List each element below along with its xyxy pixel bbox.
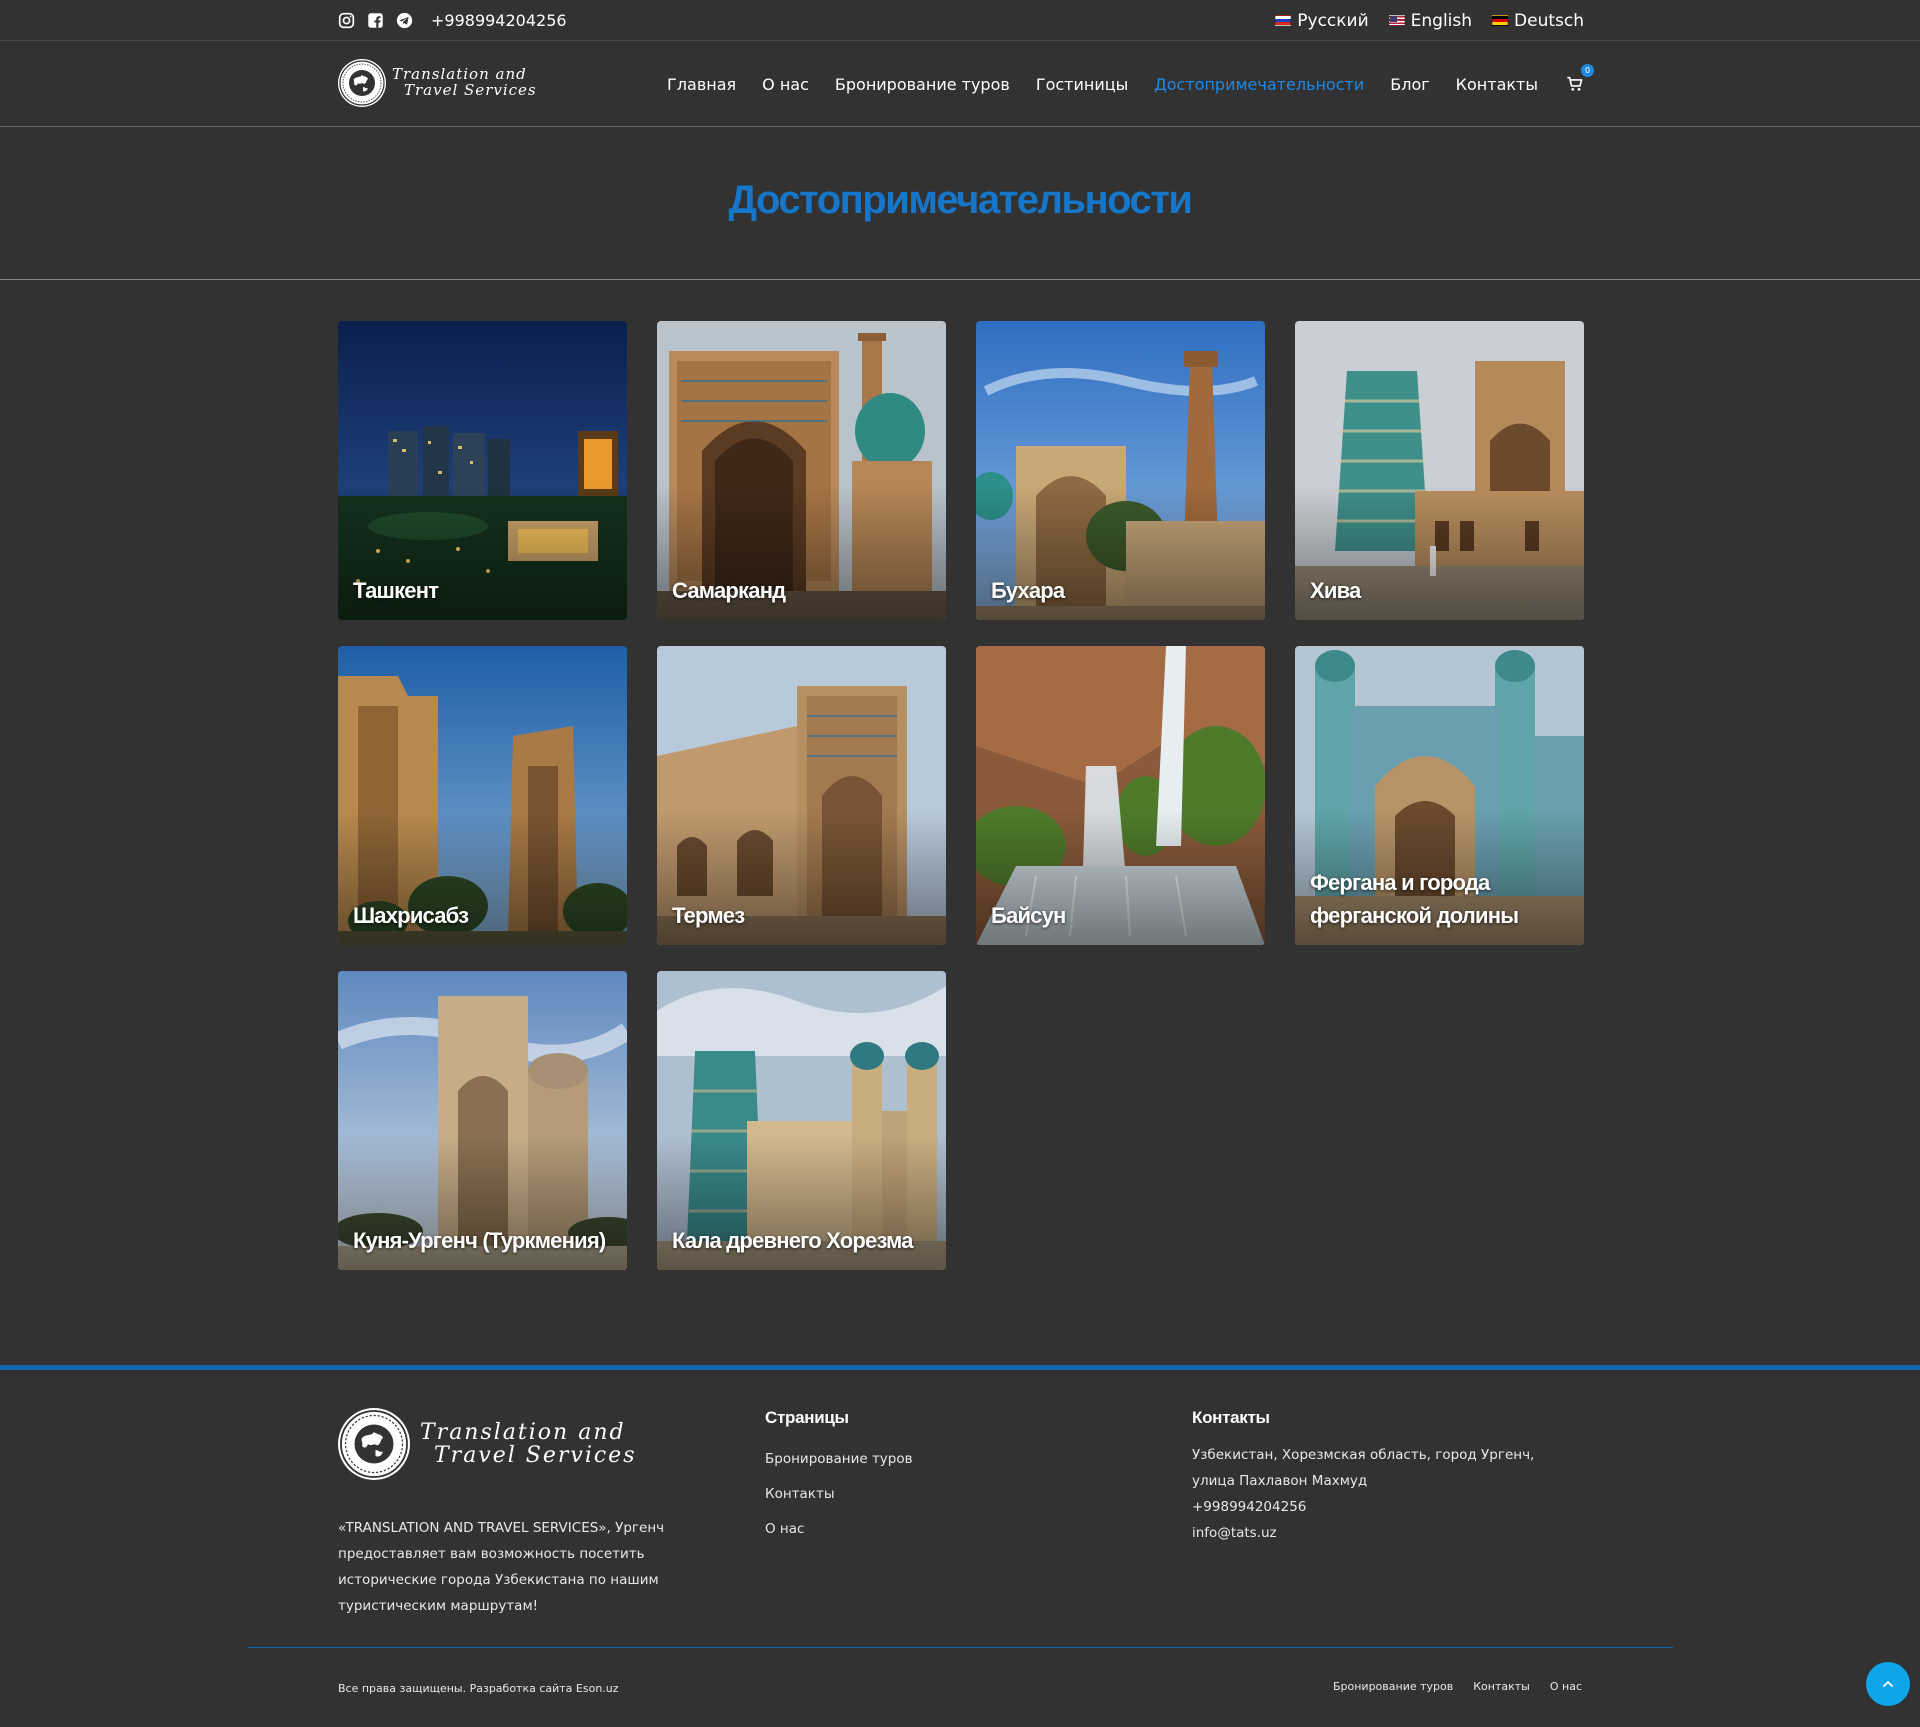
nav-tour-booking[interactable]: Бронирование туров <box>835 75 1010 94</box>
card-title: Шахрисабз <box>353 903 469 928</box>
nav-contacts[interactable]: Контакты <box>1456 75 1538 94</box>
footer-link-contacts[interactable]: Контакты <box>765 1477 913 1512</box>
bottom-link-tour-booking[interactable]: Бронирование туров <box>1333 1680 1453 1693</box>
attraction-card-termez[interactable]: Термез <box>657 646 946 945</box>
lang-english[interactable]: English <box>1388 10 1473 31</box>
ru-flag-icon <box>1275 15 1292 26</box>
main-navigation: Главная О нас Бронирование туров Гостини… <box>667 41 1594 127</box>
attraction-card-baysun[interactable]: Байсун <box>976 646 1265 945</box>
lang-label: English <box>1410 10 1473 31</box>
bottom-link-about[interactable]: О нас <box>1550 1680 1582 1693</box>
card-title: Фергана и города ферганской долины <box>1310 870 1519 928</box>
topbar-phone[interactable]: +998994204256 <box>431 11 567 30</box>
footer-contacts-title: Контакты <box>1192 1408 1270 1427</box>
footer-pages-column: Страницы Бронирование туров Контакты О н… <box>765 1408 913 1547</box>
attraction-card-fergana[interactable]: Фергана и города ферганской долины <box>1295 646 1584 945</box>
footer-divider <box>248 1647 1673 1648</box>
cart-count-badge: 0 <box>1581 64 1594 77</box>
page-title: Достопримечательности <box>728 178 1193 222</box>
footer-contacts-column: Контакты Узбекистан, Хорезмская область,… <box>1192 1408 1572 1546</box>
main-header: Translation and Travel Services Главная … <box>0 41 1920 127</box>
cart-button[interactable]: 0 <box>1566 64 1594 93</box>
card-title: Ташкент <box>353 578 439 603</box>
attraction-card-samarkand[interactable]: Самарканд <box>657 321 946 620</box>
nav-hotels[interactable]: Гостиницы <box>1036 75 1128 94</box>
logo-line-2: Travel Services <box>434 1443 637 1468</box>
nav-home[interactable]: Главная <box>667 75 736 94</box>
footer-address: Узбекистан, Хорезмская область, город Ур… <box>1192 1447 1535 1489</box>
de-flag-icon <box>1492 15 1509 26</box>
footer-phone[interactable]: +998994204256 <box>1192 1494 1572 1520</box>
footer-logo[interactable]: Translation and Travel Services <box>338 1408 637 1480</box>
footer-link-about[interactable]: О нас <box>765 1512 913 1547</box>
globe-emblem-icon <box>338 59 386 107</box>
card-title: Самарканд <box>672 578 786 603</box>
facebook-icon[interactable] <box>367 12 384 29</box>
attraction-card-shakhrisabz[interactable]: Шахрисабз <box>338 646 627 945</box>
attraction-card-tashkent[interactable]: Ташкент <box>338 321 627 620</box>
footer-bottom-links: Бронирование туров Контакты О нас <box>1333 1680 1582 1693</box>
language-switcher: Русский English Deutsch <box>1275 11 1584 31</box>
lang-label: Русский <box>1297 10 1369 31</box>
site-footer: Translation and Travel Services «TRANSLA… <box>0 1365 1920 1727</box>
footer-logo-text: Translation and Travel Services <box>420 1421 637 1467</box>
page-title-band: Достопримечательности <box>0 128 1920 280</box>
card-title: Хива <box>1310 578 1361 603</box>
card-title: Кала древнего Хорезма <box>672 1228 913 1253</box>
attractions-grid: Ташкент Самарканд Бухара Хива Шахрисабз … <box>338 321 1584 1271</box>
logo-line-1: Translation and <box>420 1419 626 1445</box>
nav-attractions[interactable]: Достопримечательности <box>1154 75 1364 94</box>
lang-label: Deutsch <box>1514 10 1584 31</box>
footer-link-tour-booking[interactable]: Бронирование туров <box>765 1442 913 1477</box>
telegram-icon[interactable] <box>396 12 413 29</box>
instagram-icon[interactable] <box>338 12 355 29</box>
lang-deutsch[interactable]: Deutsch <box>1492 11 1584 31</box>
lang-russian[interactable]: Русский <box>1275 10 1369 31</box>
top-bar: +998994204256 Русский English Deutsch <box>0 0 1920 41</box>
attraction-card-kala-khorezm[interactable]: Кала древнего Хорезма <box>657 971 946 1270</box>
nav-about[interactable]: О нас <box>762 75 809 94</box>
scroll-to-top-button[interactable] <box>1866 1662 1910 1706</box>
footer-about-text: «TRANSLATION AND TRAVEL SERVICES», Урген… <box>338 1520 665 1614</box>
card-title: Байсун <box>991 903 1066 928</box>
site-logo[interactable]: Translation and Travel Services <box>338 59 537 107</box>
globe-emblem-icon <box>338 1408 410 1480</box>
logo-text: Translation and Travel Services <box>392 66 537 99</box>
attraction-card-khiva[interactable]: Хива <box>1295 321 1584 620</box>
footer-copyright: Все права защищены. Разработка сайта Eso… <box>338 1682 619 1695</box>
card-title: Термез <box>672 903 745 928</box>
logo-line-2: Travel Services <box>404 81 537 99</box>
nav-blog[interactable]: Блог <box>1390 75 1429 94</box>
us-flag-icon <box>1388 15 1405 26</box>
card-title: Бухара <box>991 578 1065 603</box>
attraction-card-kunya-urgench[interactable]: Куня-Ургенч (Туркмения) <box>338 971 627 1270</box>
bottom-link-contacts[interactable]: Контакты <box>1473 1680 1530 1693</box>
footer-pages-title: Страницы <box>765 1408 849 1427</box>
footer-email[interactable]: info@tats.uz <box>1192 1520 1572 1546</box>
attraction-card-bukhara[interactable]: Бухара <box>976 321 1265 620</box>
cart-icon <box>1567 76 1583 91</box>
card-title: Куня-Ургенч (Туркмения) <box>353 1228 606 1253</box>
chevron-up-icon <box>1883 1681 1893 1687</box>
